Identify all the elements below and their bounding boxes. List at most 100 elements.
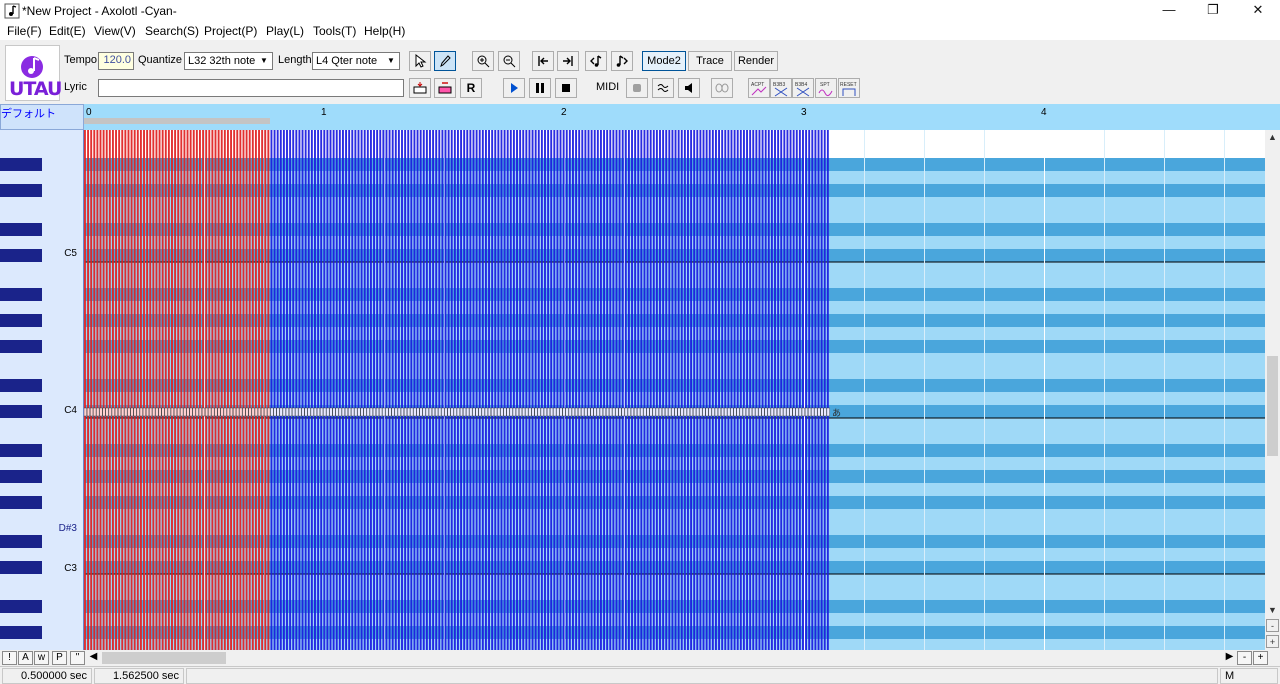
note-pitch-stripe[interactable] bbox=[826, 130, 829, 650]
note-pitch-stripe[interactable] bbox=[270, 130, 273, 650]
note-pitch-stripe[interactable] bbox=[758, 130, 761, 650]
note[interactable] bbox=[276, 407, 280, 417]
menu-search[interactable]: Search(S) bbox=[145, 24, 199, 38]
note[interactable] bbox=[419, 407, 423, 417]
note-pitch-stripe[interactable] bbox=[438, 130, 441, 650]
grid-row[interactable] bbox=[84, 470, 1265, 483]
note-pitch-stripe[interactable] bbox=[258, 130, 260, 650]
note[interactable] bbox=[814, 407, 818, 417]
note-pitch-stripe[interactable] bbox=[282, 130, 285, 650]
horizontal-scroll-thumb[interactable] bbox=[102, 652, 226, 664]
note-pitch-stripe[interactable] bbox=[230, 130, 232, 650]
zoom-in-horizontal-button[interactable]: + bbox=[1253, 651, 1268, 665]
note[interactable] bbox=[102, 407, 106, 417]
black-key[interactable] bbox=[0, 223, 42, 236]
note[interactable] bbox=[459, 407, 464, 417]
note-pitch-stripe[interactable] bbox=[516, 130, 518, 650]
note-pitch-stripe[interactable] bbox=[133, 130, 136, 650]
grid-row[interactable] bbox=[84, 275, 1265, 288]
note[interactable] bbox=[724, 407, 728, 417]
note-pitch-stripe[interactable] bbox=[512, 130, 515, 650]
note[interactable] bbox=[789, 407, 793, 417]
note-pitch-stripe[interactable] bbox=[721, 130, 724, 650]
note[interactable] bbox=[637, 407, 641, 417]
note-pitch-stripe[interactable] bbox=[584, 130, 587, 650]
note[interactable] bbox=[149, 407, 153, 417]
note[interactable] bbox=[817, 407, 821, 417]
note-pitch-stripe[interactable] bbox=[652, 130, 655, 650]
note-pitch-stripe[interactable] bbox=[674, 130, 677, 650]
note[interactable] bbox=[313, 407, 317, 417]
note-pitch-stripe[interactable] bbox=[397, 130, 400, 650]
note-pitch-stripe[interactable] bbox=[394, 130, 397, 650]
note[interactable] bbox=[323, 407, 327, 417]
note-pitch-stripe[interactable] bbox=[631, 130, 633, 650]
note[interactable] bbox=[416, 407, 420, 417]
note[interactable] bbox=[242, 407, 246, 417]
note-pitch-stripe[interactable] bbox=[503, 130, 506, 650]
note-pitch-stripe[interactable] bbox=[786, 130, 789, 650]
pencil-tool-button[interactable] bbox=[434, 51, 456, 71]
note[interactable] bbox=[736, 407, 740, 417]
tempo-input[interactable]: 120.0 bbox=[98, 52, 134, 70]
note[interactable] bbox=[469, 407, 473, 417]
note[interactable] bbox=[379, 407, 383, 417]
note[interactable] bbox=[739, 407, 743, 417]
note-pitch-stripe[interactable] bbox=[590, 130, 593, 650]
note-pitch-stripe[interactable] bbox=[149, 130, 152, 650]
note-pitch-stripe[interactable] bbox=[279, 130, 282, 650]
grid-row[interactable] bbox=[84, 184, 1265, 197]
black-key[interactable] bbox=[0, 158, 42, 171]
note-pitch-stripe[interactable] bbox=[139, 130, 142, 650]
note[interactable] bbox=[298, 407, 302, 417]
go-end-button[interactable] bbox=[557, 51, 579, 71]
note-pitch-stripe[interactable] bbox=[329, 130, 332, 650]
toggle-button-a[interactable]: A bbox=[18, 651, 33, 665]
zoom-in-button[interactable] bbox=[472, 51, 494, 71]
note[interactable] bbox=[528, 407, 532, 417]
note[interactable] bbox=[198, 407, 202, 417]
note-pitch-stripe[interactable] bbox=[466, 130, 469, 650]
note[interactable] bbox=[546, 407, 551, 417]
note[interactable] bbox=[490, 407, 495, 417]
note-pitch-stripe[interactable] bbox=[317, 130, 320, 650]
note[interactable] bbox=[531, 407, 535, 417]
note[interactable] bbox=[602, 407, 607, 417]
note-pitch-stripe[interactable] bbox=[578, 130, 581, 650]
note-pitch-stripe[interactable] bbox=[220, 130, 223, 650]
note-pitch-stripe[interactable] bbox=[298, 130, 301, 650]
note[interactable] bbox=[755, 407, 759, 417]
note-pitch-stripe[interactable] bbox=[376, 130, 379, 650]
black-key[interactable] bbox=[0, 340, 42, 353]
note[interactable] bbox=[733, 407, 737, 417]
note-pitch-stripe[interactable] bbox=[634, 130, 637, 650]
note[interactable] bbox=[329, 407, 333, 417]
note-pitch-stripe[interactable] bbox=[357, 130, 360, 650]
note-pitch-stripe[interactable] bbox=[469, 130, 472, 650]
note[interactable] bbox=[192, 407, 196, 417]
grid-row[interactable] bbox=[84, 431, 1265, 444]
note[interactable] bbox=[183, 407, 187, 417]
note[interactable] bbox=[786, 407, 790, 417]
lyric-input[interactable] bbox=[98, 79, 404, 97]
note[interactable] bbox=[562, 407, 566, 417]
note-pitch-stripe[interactable] bbox=[171, 130, 173, 650]
note[interactable] bbox=[487, 407, 491, 417]
note[interactable] bbox=[127, 407, 131, 417]
note[interactable] bbox=[267, 407, 271, 417]
note[interactable] bbox=[804, 407, 809, 417]
note[interactable] bbox=[702, 407, 706, 417]
note[interactable] bbox=[372, 407, 376, 417]
note[interactable] bbox=[152, 407, 156, 417]
reset-button[interactable]: RESET bbox=[838, 78, 860, 98]
grid-row[interactable] bbox=[84, 171, 1265, 184]
note-pitch-stripe[interactable] bbox=[568, 130, 571, 650]
note[interactable] bbox=[522, 407, 526, 417]
note-pitch-stripe[interactable] bbox=[547, 130, 550, 650]
note[interactable] bbox=[295, 407, 299, 417]
midi-wave-button[interactable] bbox=[652, 78, 674, 98]
piano-keyboard[interactable]: C5 C4 D#3 C3 bbox=[0, 130, 84, 650]
note-pitch-stripe[interactable] bbox=[130, 130, 133, 650]
note[interactable] bbox=[177, 407, 181, 417]
note-pitch-stripe[interactable] bbox=[341, 130, 344, 650]
